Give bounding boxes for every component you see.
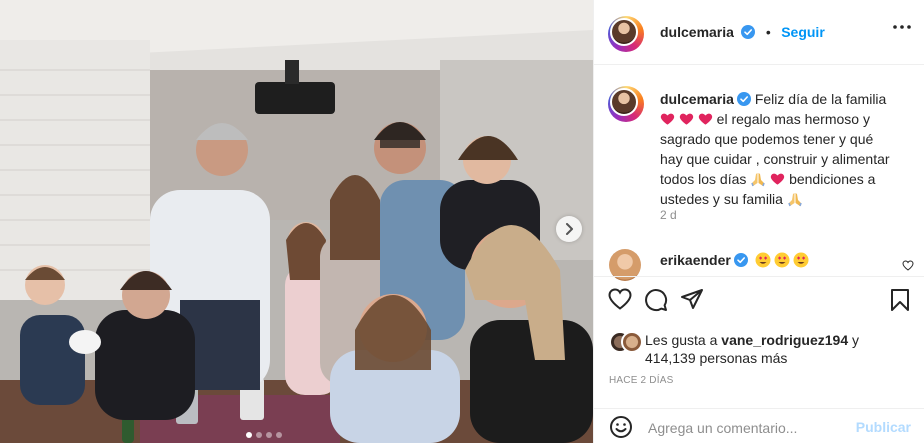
header-user-line: dulcemaria • Seguir xyxy=(660,24,825,42)
comment-emojis xyxy=(755,252,809,273)
share-paper-plane-icon[interactable] xyxy=(680,288,704,310)
more-options-icon[interactable] xyxy=(893,25,911,29)
likes-count[interactable]: 414,139 personas más xyxy=(645,349,787,367)
post-caption: dulcemaria Feliz día de la familia el re… xyxy=(660,89,896,209)
likes-conj: y xyxy=(852,332,860,348)
verified-badge-icon xyxy=(733,253,748,267)
red-heart-emoji-icon xyxy=(771,173,785,185)
header-username[interactable]: dulcemaria xyxy=(660,24,734,40)
publish-button[interactable]: Publicar xyxy=(856,419,911,435)
red-heart-emoji-icon xyxy=(660,113,675,125)
carousel-indicator xyxy=(246,432,282,438)
chevron-right-icon xyxy=(566,223,573,235)
caption-username[interactable]: dulcemaria xyxy=(660,91,734,107)
red-heart-emoji-icon xyxy=(698,113,712,125)
carousel-dot xyxy=(266,432,272,438)
post-actions xyxy=(608,288,914,314)
family-photo-illustration xyxy=(0,0,593,443)
save-bookmark-icon[interactable] xyxy=(890,288,910,312)
post-date[interactable]: HACE 2 DÍAS xyxy=(609,375,673,386)
comment-input[interactable] xyxy=(646,417,850,439)
carousel-dot xyxy=(276,432,282,438)
heart-eyes-emoji-icon xyxy=(755,252,809,268)
comment-item: erikaender xyxy=(609,249,909,281)
verified-badge-icon xyxy=(736,92,751,106)
verified-badge-icon xyxy=(741,25,756,39)
like-heart-icon[interactable] xyxy=(608,288,632,310)
comment-like-heart-icon[interactable] xyxy=(902,260,914,271)
post-side-panel: dulcemaria • Seguir dulcemaria Feliz día… xyxy=(593,0,924,443)
carousel-dot xyxy=(256,432,262,438)
caption-text-1: Feliz día de la familia xyxy=(754,91,887,107)
post-header: dulcemaria • Seguir xyxy=(594,0,924,65)
red-heart-emoji-icon xyxy=(679,113,694,125)
emoji-picker-icon[interactable] xyxy=(609,415,633,439)
avatar[interactable] xyxy=(608,16,644,52)
commenter-username[interactable]: erikaender xyxy=(660,252,731,268)
separator-dot: • xyxy=(765,24,771,40)
actions-divider xyxy=(594,276,924,277)
follow-button[interactable]: Seguir xyxy=(781,24,825,40)
praying-hands-emoji-icon xyxy=(751,173,766,187)
add-comment-bar: Publicar xyxy=(594,408,924,443)
carousel-dot xyxy=(246,432,252,438)
comment-line: erikaender xyxy=(660,252,809,273)
likes-text: Les gusta a vane_rodriguez194 y xyxy=(645,331,909,349)
liker-avatar xyxy=(621,331,643,353)
next-photo-button[interactable] xyxy=(556,216,582,242)
praying-hands-emoji-icon xyxy=(788,193,802,207)
likes-prefix: Les gusta a xyxy=(645,332,718,348)
caption-avatar[interactable] xyxy=(608,86,644,122)
caption-time-ago: 2 d xyxy=(660,208,677,222)
post-photo[interactable] xyxy=(0,0,593,443)
liker-username[interactable]: vane_rodriguez194 xyxy=(721,332,848,348)
comment-bubble-icon[interactable] xyxy=(644,288,668,312)
